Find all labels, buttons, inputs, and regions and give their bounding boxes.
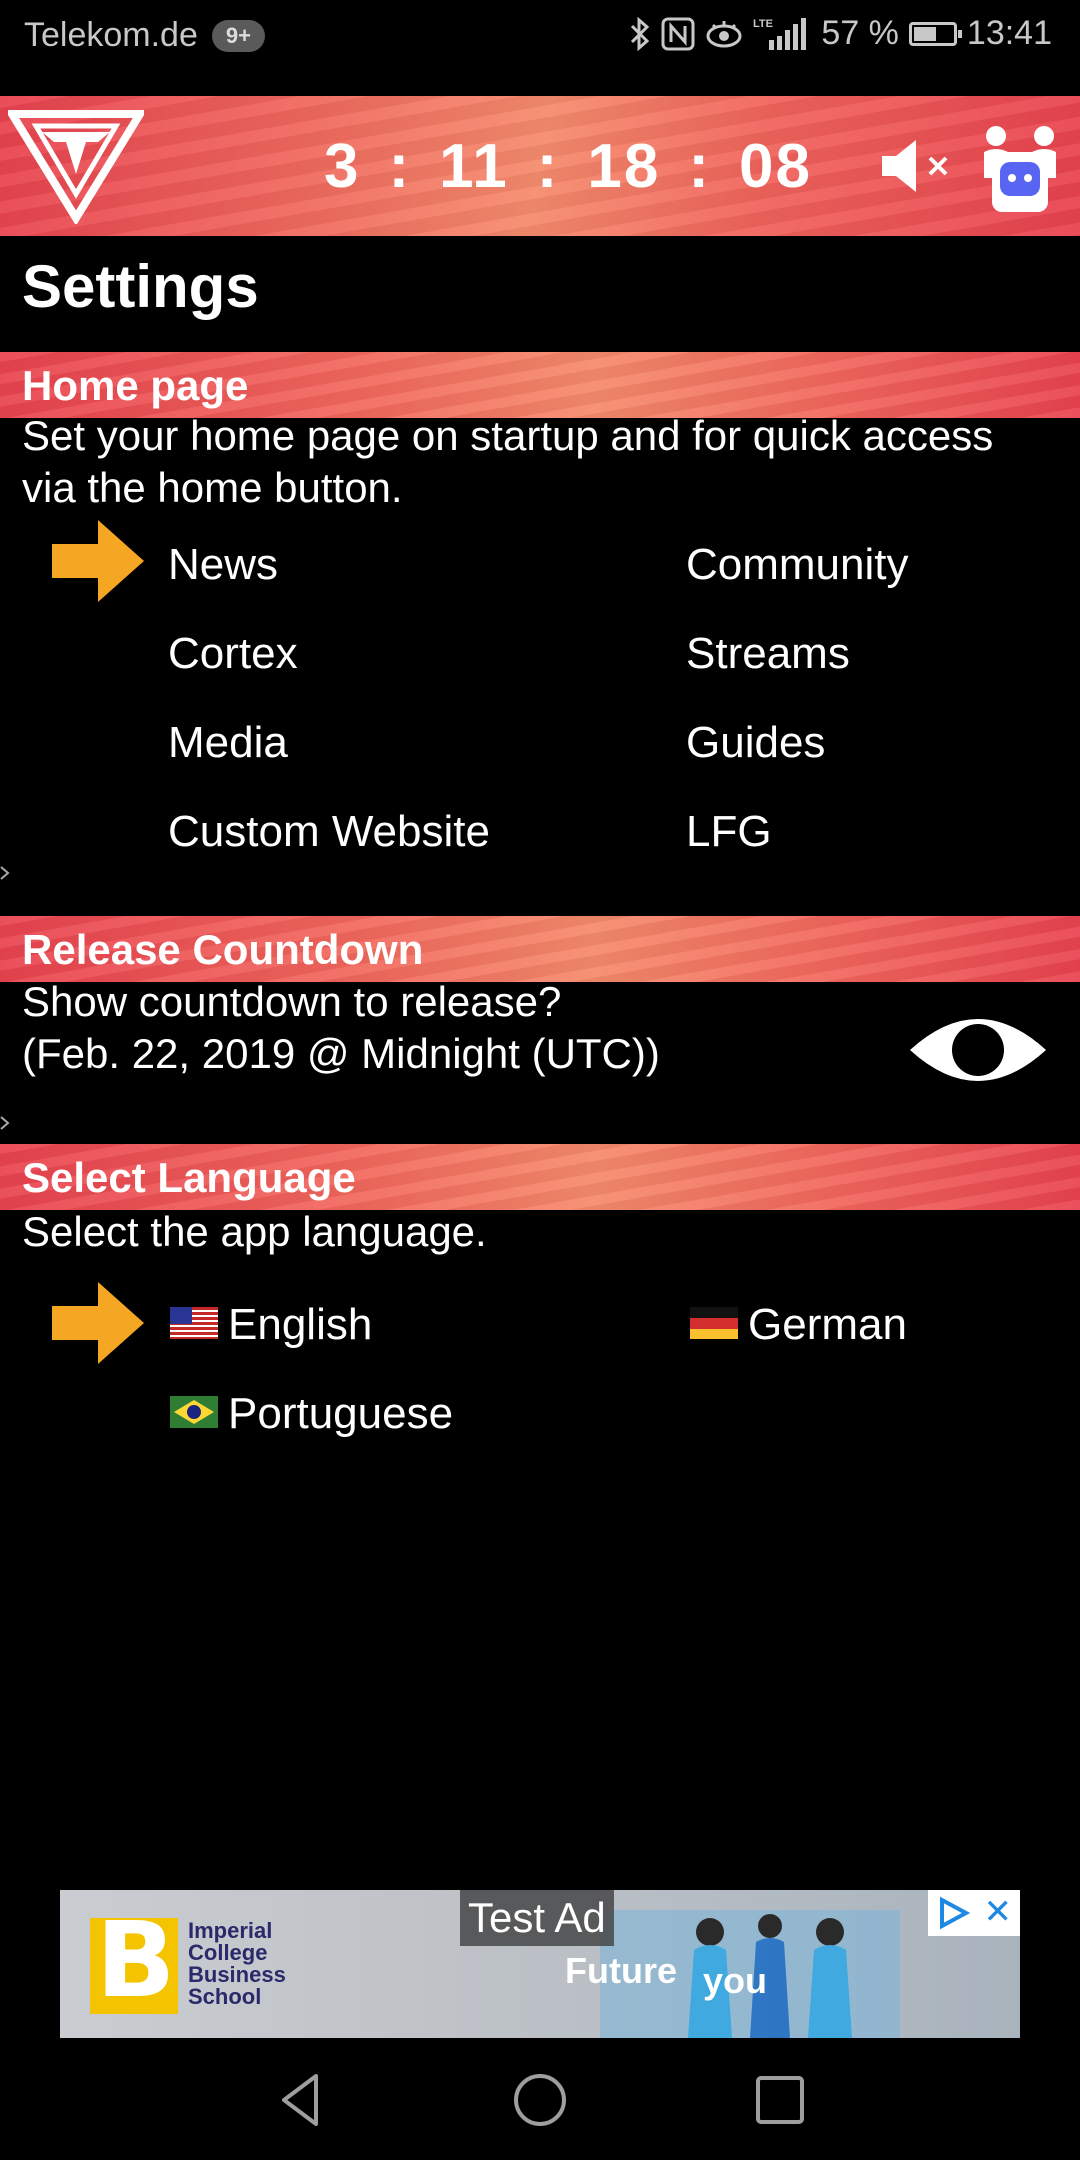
eye-comfort-icon — [705, 19, 743, 49]
system-nav-bar — [0, 2040, 1080, 2160]
bluetooth-icon — [629, 16, 651, 51]
home-icon[interactable] — [508, 2068, 572, 2132]
language-label: English — [228, 1300, 373, 1349]
release-countdown-timer: 3 : 11 : 18 : 08 — [310, 124, 826, 208]
recents-icon[interactable] — [748, 2068, 812, 2132]
countdown-minutes: 18 — [587, 131, 661, 201]
battery-level — [913, 26, 936, 41]
section-header-select-language: Select Language — [0, 1144, 1080, 1210]
home-option-cortex[interactable]: Cortex — [168, 629, 298, 679]
app-logo[interactable] — [8, 108, 144, 224]
home-page-description: Set your home page on startup and for qu… — [22, 412, 994, 511]
brazil-flag-icon — [170, 1396, 218, 1429]
back-icon[interactable] — [270, 2068, 334, 2132]
home-option-guides[interactable]: Guides — [686, 718, 825, 768]
home-option-news[interactable]: News — [168, 540, 278, 590]
chevron-right-icon — [0, 866, 10, 880]
countdown-separator: : — [688, 131, 711, 201]
language-label: Portuguese — [228, 1389, 454, 1438]
ad-tagline: you — [703, 1960, 768, 2001]
release-countdown-question: Show countdown to release? — [22, 978, 562, 1025]
home-option-streams[interactable]: Streams — [686, 629, 850, 679]
ad-brand-line: School — [188, 1984, 262, 2009]
countdown-seconds: 08 — [738, 131, 812, 201]
status-left: Telekom.de 9+ — [24, 16, 265, 55]
section-title: Release Countdown — [22, 926, 424, 973]
clock: 13:41 — [966, 14, 1052, 52]
ad-brand-line: Imperial — [188, 1918, 273, 1943]
ad-brand-line: College — [188, 1940, 268, 1965]
home-option-community[interactable]: Community — [686, 540, 909, 590]
selected-arrow-icon — [52, 1282, 144, 1364]
language-option-portuguese[interactable]: Portuguese — [170, 1389, 453, 1439]
ad-banner[interactable]: B Imperial College Business School Futur… — [60, 1890, 1020, 2038]
notification-badge: 9+ — [211, 19, 265, 52]
nfc-icon — [661, 17, 695, 51]
test-ad-label: Test Ad — [460, 1890, 614, 1946]
ad-close-icon[interactable]: ✕ — [984, 1892, 1013, 1932]
signal-icon: LTE — [753, 16, 811, 52]
language-description: Select the app language. — [22, 1208, 487, 1255]
chevron-right-icon — [0, 1116, 10, 1130]
language-option-german[interactable]: German — [690, 1300, 907, 1350]
section-title: Select Language — [22, 1154, 356, 1201]
network-type-label: LTE — [753, 18, 773, 30]
ad-brand-name: Imperial College Business School — [188, 1920, 286, 2008]
app-header: 3 : 11 : 18 : 08 — [0, 96, 1080, 236]
status-right: LTE 57 % 13:41 — [629, 14, 1052, 53]
german-flag-icon — [690, 1307, 738, 1340]
section-header-release-countdown: Release Countdown — [0, 916, 1080, 982]
language-option-english[interactable]: English — [170, 1300, 372, 1350]
page-title: Settings — [22, 253, 259, 320]
release-date-text: (Feb. 22, 2019 @ Midnight (UTC)) — [22, 1030, 660, 1077]
battery-percent: 57 % — [821, 14, 899, 52]
ad-choices-icon[interactable] — [936, 1896, 972, 1930]
carrier-name: Telekom.de — [24, 16, 198, 54]
sound-muted-icon[interactable] — [878, 136, 958, 196]
ad-brand-letter-icon: B — [96, 1899, 176, 2021]
home-option-custom-website[interactable]: Custom Website — [168, 807, 490, 857]
countdown-hours: 11 — [439, 131, 509, 201]
visibility-toggle-eye-icon[interactable] — [908, 1004, 1048, 1096]
discord-icon[interactable] — [980, 118, 1060, 218]
ad-tagline: Future — [565, 1950, 677, 1991]
language-label: German — [748, 1300, 907, 1349]
home-option-lfg[interactable]: LFG — [686, 807, 772, 857]
selected-arrow-icon — [52, 520, 144, 602]
countdown-days: 3 — [324, 131, 361, 201]
countdown-separator: : — [536, 131, 560, 201]
us-flag-icon — [170, 1307, 218, 1340]
home-option-media[interactable]: Media — [168, 718, 288, 768]
battery-icon — [908, 21, 962, 46]
countdown-separator: : — [388, 131, 412, 201]
section-title: Home page — [22, 362, 249, 409]
section-header-home-page: Home page — [0, 352, 1080, 418]
ad-brand-line: Business — [188, 1962, 286, 1987]
status-bar: Telekom.de 9+ LTE 57 % 13:41 — [0, 0, 1080, 72]
